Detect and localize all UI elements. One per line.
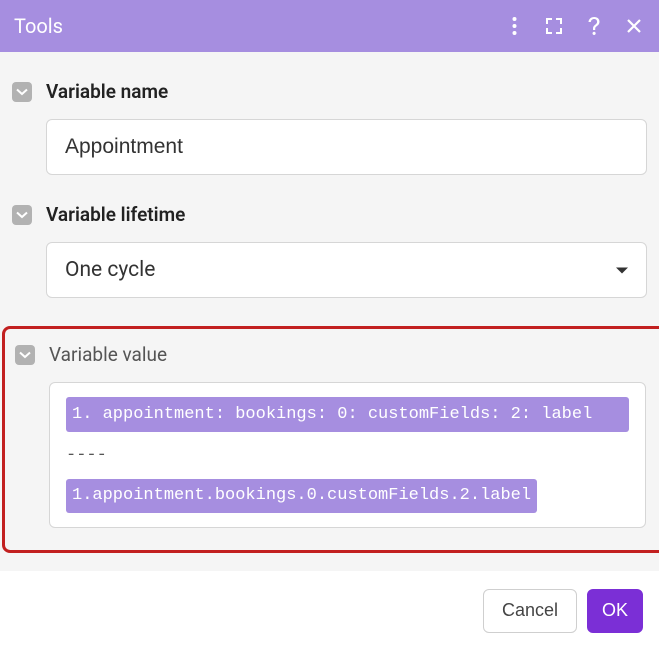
variable-name-row: Variable name xyxy=(12,80,647,175)
variable-value-row: Variable value 1. appointment: bookings:… xyxy=(15,343,646,528)
variable-value-editor[interactable]: 1. appointment: bookings: 0: customField… xyxy=(49,382,646,528)
dialog-content: Variable name Variable lifetime One cycl… xyxy=(0,52,659,571)
dialog-title: Tools xyxy=(14,14,503,38)
more-icon[interactable] xyxy=(503,15,525,37)
variable-value-highlight: Variable value 1. appointment: bookings:… xyxy=(2,326,659,553)
ok-button[interactable]: OK xyxy=(587,589,643,633)
dialog-footer: Cancel OK xyxy=(0,571,659,651)
code-token-spaced: 1. appointment: bookings: 0: customField… xyxy=(66,397,629,432)
variable-lifetime-label: Variable lifetime xyxy=(46,203,647,226)
variable-lifetime-select[interactable]: One cycle xyxy=(46,242,647,298)
collapse-toggle[interactable] xyxy=(12,205,32,225)
variable-name-input[interactable] xyxy=(46,119,647,175)
help-icon[interactable] xyxy=(583,15,605,37)
collapse-toggle[interactable] xyxy=(15,345,35,365)
cancel-button[interactable]: Cancel xyxy=(483,589,577,633)
variable-value-label: Variable value xyxy=(49,343,646,366)
variable-lifetime-value: One cycle xyxy=(65,258,155,282)
variable-name-label: Variable name xyxy=(46,80,647,103)
code-divider: ---- xyxy=(66,442,629,469)
header-actions xyxy=(503,15,645,37)
close-icon[interactable] xyxy=(623,15,645,37)
code-token-dotted: 1.appointment.bookings.0.customFields.2.… xyxy=(66,479,537,512)
expand-icon[interactable] xyxy=(543,15,565,37)
collapse-toggle[interactable] xyxy=(12,82,32,102)
dialog-header: Tools xyxy=(0,0,659,52)
variable-lifetime-row: Variable lifetime One cycle xyxy=(12,203,647,298)
